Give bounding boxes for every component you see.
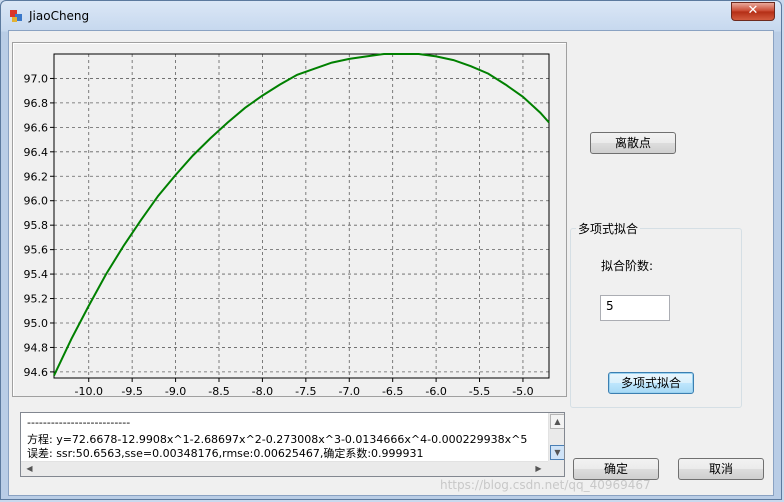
- scroll-corner: [548, 461, 564, 476]
- vertical-scrollbar[interactable]: ▲ ▼: [548, 413, 564, 461]
- x-tick-label: -5.0: [512, 385, 533, 397]
- horizontal-scrollbar[interactable]: ◀ ▶: [21, 461, 548, 476]
- watermark-text: https://blog.csdn.net/qq_40969467: [440, 478, 651, 492]
- x-tick-label: -7.0: [339, 385, 360, 397]
- y-tick-label: 96.2: [24, 170, 49, 183]
- x-tick-label: -5.5: [469, 385, 490, 397]
- y-tick-label: 96.6: [24, 121, 49, 134]
- y-tick-label: 94.8: [24, 341, 49, 354]
- title-bar[interactable]: JiaoCheng ✕: [1, 1, 783, 31]
- scatter-points-button[interactable]: 离散点: [590, 132, 676, 154]
- close-button[interactable]: ✕: [731, 2, 775, 21]
- close-icon: ✕: [747, 3, 759, 18]
- scroll-down-icon[interactable]: ▼: [550, 445, 564, 460]
- y-tick-label: 95.8: [24, 219, 49, 232]
- poly-fit-group-title: 多项式拟合: [576, 220, 641, 237]
- result-line-error: 误差: ssr:50.6563,sse=0.00348176,rmse:0.00…: [27, 447, 424, 460]
- x-tick-label: -8.0: [252, 385, 273, 397]
- y-tick-label: 95.2: [24, 293, 49, 306]
- scroll-right-icon[interactable]: ▶: [531, 462, 546, 476]
- x-tick-label: -8.5: [208, 385, 229, 397]
- fit-chart: -10.0 -9.5 -9.0 -8.5 -8.0 -7.5 -7.0 -6.5 -6.0 -5.…: [24, 53, 550, 397]
- x-tick-label: -9.5: [121, 385, 142, 397]
- x-tick-label: -9.0: [165, 385, 186, 397]
- y-tick-label: 95.0: [24, 317, 49, 330]
- fit-order-input[interactable]: 5: [600, 295, 670, 321]
- y-tick-label: 95.6: [24, 244, 49, 257]
- result-line-separator: --------------------------: [27, 416, 131, 429]
- x-tick-label: -10.0: [75, 385, 103, 397]
- y-tick-label: 96.0: [24, 195, 49, 208]
- y-tick-label: 97.0: [24, 72, 49, 85]
- y-tick-label: 95.4: [24, 268, 49, 281]
- x-tick-label: -6.0: [425, 385, 446, 397]
- fit-order-label: 拟合阶数:: [601, 259, 654, 273]
- x-tick-label: -7.5: [295, 385, 316, 397]
- y-tick-label: 94.6: [24, 366, 49, 379]
- app-icon: [10, 10, 22, 22]
- x-tick-label: -6.5: [382, 385, 403, 397]
- scroll-left-icon[interactable]: ◀: [22, 462, 37, 476]
- result-textbox[interactable]: -------------------------- 方程: y=72.6678…: [20, 412, 565, 477]
- cancel-button[interactable]: 取消: [678, 458, 764, 480]
- y-tick-label: 96.4: [24, 146, 49, 159]
- window-title: JiaoCheng: [29, 9, 90, 23]
- y-tick-label: 96.8: [24, 97, 49, 110]
- ok-button[interactable]: 确定: [573, 458, 659, 480]
- scroll-up-icon[interactable]: ▲: [550, 414, 564, 429]
- poly-fit-button[interactable]: 多项式拟合: [608, 372, 694, 394]
